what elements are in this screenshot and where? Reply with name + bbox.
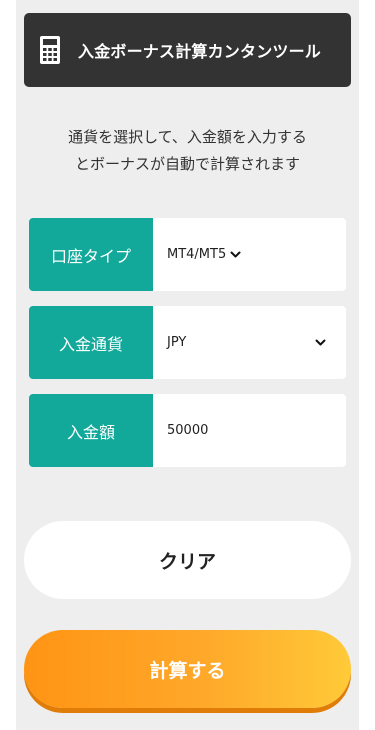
chevron-down-icon	[230, 251, 241, 257]
page: 入金ボーナス計算カンタンツール 通貨を選択して、入金額を入力する とボーナスが自…	[0, 0, 375, 730]
calculate-button[interactable]: 計算する	[24, 630, 351, 708]
amount-label: 入金額	[29, 394, 153, 467]
account-type-row: 口座タイプ MT4/MT5	[29, 218, 346, 291]
page-title: 入金ボーナス計算カンタンツール	[78, 42, 322, 61]
account-type-value: MT4/MT5	[167, 247, 227, 262]
currency-label: 入金通貨	[29, 306, 153, 379]
title-bar: 入金ボーナス計算カンタンツール	[24, 13, 351, 87]
account-type-label: 口座タイプ	[29, 218, 153, 291]
intro-line-1: 通貨を選択して、入金額を入力する	[68, 128, 307, 146]
amount-field-wrap	[153, 394, 346, 467]
account-type-select[interactable]: MT4/MT5	[153, 218, 346, 291]
clear-button[interactable]: クリア	[24, 521, 351, 599]
intro-line-2: とボーナスが自動で計算されます	[74, 155, 300, 173]
calculator-icon	[40, 36, 60, 64]
amount-row: 入金額	[29, 394, 346, 467]
intro-text: 通貨を選択して、入金額を入力する とボーナスが自動で計算されます	[24, 124, 351, 178]
chevron-down-icon	[315, 339, 326, 345]
amount-input[interactable]	[167, 423, 317, 438]
currency-select[interactable]: JPY	[153, 306, 346, 379]
currency-value: JPY	[167, 335, 187, 350]
currency-row: 入金通貨 JPY	[29, 306, 346, 379]
